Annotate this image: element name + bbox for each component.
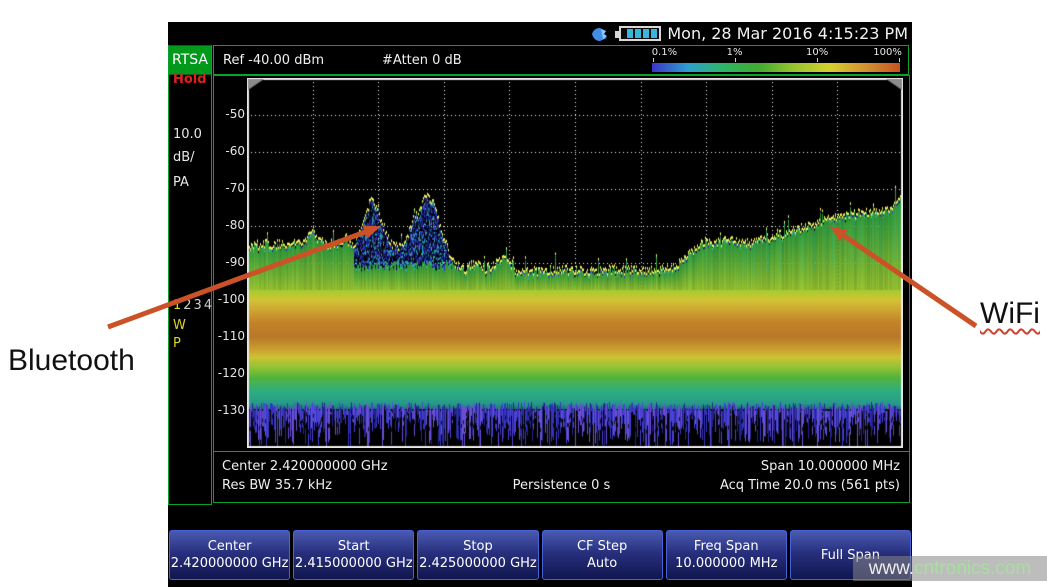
color-scale-ticks: [652, 60, 900, 63]
trace-active: 1: [173, 298, 183, 313]
color-scale-label: 1%: [727, 47, 743, 58]
softkey-value: 10.000000 MHz: [675, 555, 777, 572]
span-readout: Span 10.000000 MHz: [761, 459, 900, 474]
softkey-cf-step[interactable]: CF StepAuto: [542, 530, 663, 580]
spectrum-display-area: -50 -60 -70 -80 -90 -100 -110 -120 -130 Center 2…: [213, 75, 910, 503]
bluetooth-callout-label: Bluetooth: [8, 344, 135, 378]
battery-icon: [619, 26, 661, 41]
rbw-readout: Res BW 35.7 kHz: [222, 478, 332, 493]
softkey-label: Start: [338, 538, 370, 555]
y-tick-label: -60: [214, 144, 245, 158]
color-scale-label: 0.1%: [652, 47, 677, 58]
wifi-callout-label: WiFi: [980, 297, 1040, 331]
y-tick-label: -70: [214, 181, 245, 195]
softkey-label: Center: [208, 538, 252, 555]
softkey-row: Center2.420000000 GHzStart2.415000000 GH…: [169, 530, 911, 580]
y-tick-label: -130: [214, 403, 245, 417]
y-tick-label: -120: [214, 366, 245, 380]
spectrum-canvas: [247, 78, 903, 448]
watermark-prefix: www.: [869, 558, 914, 580]
color-scale-labels: 0.1% 1% 10% 100%: [652, 47, 900, 60]
softkey-value: 2.425000000 GHz: [419, 555, 537, 572]
acq-time-readout: Acq Time 20.0 ms (561 pts): [720, 478, 900, 493]
watermark: www.cntronics.com: [853, 556, 1047, 581]
softkey-label: Freq Span: [694, 538, 759, 555]
y-tick-label: -90: [214, 255, 245, 269]
softkey-value: 2.415000000 GHz: [295, 555, 413, 572]
header-bar: Ref -40.00 dBm #Atten 0 dB 0.1% 1% 10% 100%: [213, 45, 909, 75]
softkey-freq-span[interactable]: Freq Span10.000000 MHz: [666, 530, 787, 580]
density-color-scale: 0.1% 1% 10% 100%: [652, 47, 900, 73]
center-freq-readout: Center 2.420000000 GHz: [222, 459, 388, 474]
hold-indicator: Hold: [173, 72, 207, 87]
softkey-center[interactable]: Center2.420000000 GHz: [169, 530, 290, 580]
external-power-icon: [589, 25, 613, 43]
y-tick-label: -100: [214, 292, 245, 306]
color-scale-label: 10%: [806, 47, 828, 58]
softkey-stop[interactable]: Stop2.425000000 GHz: [417, 530, 538, 580]
analyzer-screen: Mon, 28 Mar 2016 4:15:23 PM RTSA Ref -40…: [168, 22, 912, 587]
softkey-value: Auto: [587, 555, 617, 572]
page: Mon, 28 Mar 2016 4:15:23 PM RTSA Ref -40…: [0, 0, 1047, 587]
softkey-value: 2.420000000 GHz: [171, 555, 289, 572]
y-tick-label: -110: [214, 329, 245, 343]
atten-readout: #Atten 0 dB: [382, 53, 462, 68]
softkey-label: Stop: [463, 538, 493, 555]
softkey-start[interactable]: Start2.415000000 GHz: [293, 530, 414, 580]
trace-p-flag: P: [173, 336, 181, 351]
measurement-readouts: Center 2.420000000 GHz Span 10.000000 MH…: [214, 451, 909, 503]
color-scale-gradient: [652, 63, 900, 72]
scale-per-div-unit: dB/: [173, 150, 195, 165]
trace-numbers: 1234: [173, 298, 214, 313]
color-scale-label: 100%: [873, 47, 902, 58]
y-tick-label: -50: [214, 107, 245, 121]
watermark-domain: cntronics.com: [914, 558, 1031, 580]
scale-per-div-value: 10.0: [173, 127, 202, 142]
y-tick-label: -80: [214, 218, 245, 232]
status-bar: Mon, 28 Mar 2016 4:15:23 PM: [168, 22, 912, 45]
persistence-readout: Persistence 0 s: [513, 478, 611, 493]
datetime-text: Mon, 28 Mar 2016 4:15:23 PM: [667, 24, 908, 43]
preamp-indicator: PA: [173, 175, 189, 190]
trace-write-flag: W: [173, 318, 186, 333]
softkey-label: CF Step: [577, 538, 627, 555]
ref-level-readout: Ref -40.00 dBm: [223, 53, 324, 68]
trace-inactive: 234: [183, 298, 214, 313]
left-status-column: Hold 10.0 dB/ PA 1234 W P: [168, 45, 212, 505]
